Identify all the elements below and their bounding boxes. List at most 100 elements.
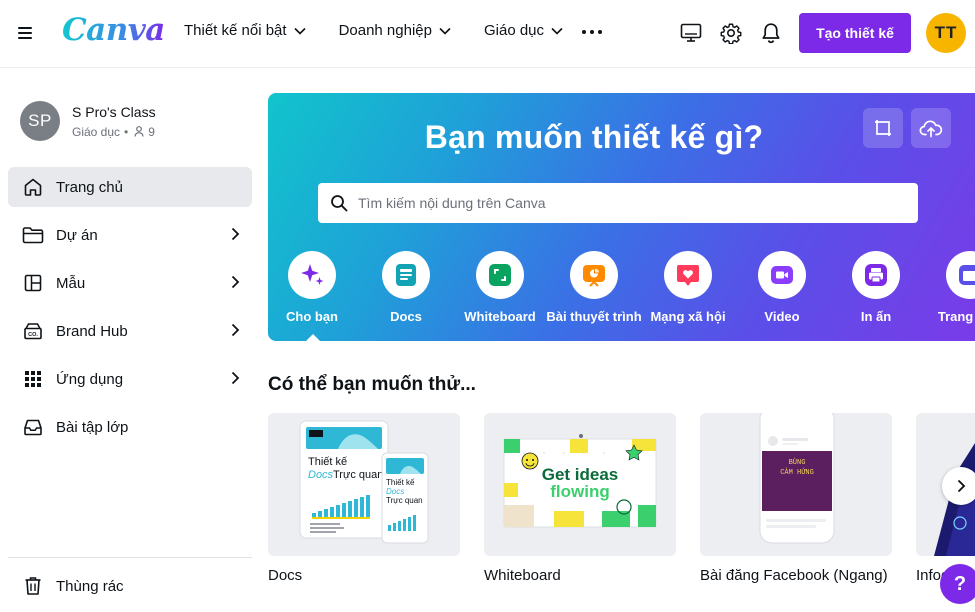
- category-label: Bài thuyết trình: [546, 309, 642, 324]
- category-label: Mạng xã hội: [650, 309, 726, 324]
- gear-icon[interactable]: [718, 20, 744, 46]
- hero-search-box[interactable]: [318, 183, 918, 223]
- category-circle: [288, 251, 336, 299]
- chevron-right-icon: [231, 323, 240, 337]
- svg-text:Trực quan: Trực quan: [386, 496, 423, 505]
- create-design-button[interactable]: Tạo thiết kế: [799, 13, 911, 53]
- team-name: S Pro's Class: [72, 103, 156, 120]
- team-switcher[interactable]: SP S Pro's Class Giáo dục • 9: [20, 101, 156, 141]
- sidebar-item-trash[interactable]: Thùng rác: [8, 566, 252, 606]
- sidebar-item-projects[interactable]: Dự án: [8, 215, 252, 255]
- chevron-down-icon: [439, 27, 451, 35]
- sidebar-item-home[interactable]: Trang chủ: [8, 167, 252, 207]
- template-icon: [22, 272, 44, 294]
- folder-icon: [22, 224, 44, 246]
- category-label: Cho bạn: [286, 309, 338, 324]
- chevron-right-icon: [231, 227, 240, 241]
- desktop-app-icon[interactable]: [678, 20, 704, 46]
- category-video[interactable]: Video: [734, 251, 830, 324]
- dot-separator: •: [124, 124, 129, 139]
- resize-icon: [875, 120, 891, 136]
- cloud-upload-icon: [919, 120, 943, 138]
- category-social-media[interactable]: Mạng xã hội: [640, 251, 736, 324]
- website-icon: [959, 265, 975, 285]
- svg-text:Docs: Docs: [386, 487, 404, 496]
- team-meta: Giáo dục • 9: [72, 125, 156, 139]
- custom-size-button[interactable]: [863, 108, 903, 148]
- search-input[interactable]: [358, 195, 898, 211]
- suggestion-card-docs[interactable]: Thiết kế Docs Trực quan Thiết kế Docs Tr…: [268, 413, 460, 556]
- suggestion-label-whiteboard[interactable]: Whiteboard: [484, 567, 561, 584]
- category-circle: [570, 251, 618, 299]
- svg-text:CO.: CO.: [28, 332, 38, 338]
- svg-text:BÙNG: BÙNG: [789, 457, 806, 467]
- sidebar-item-apps[interactable]: Ứng dụng: [8, 359, 252, 399]
- nav-featured-designs[interactable]: Thiết kế nổi bật: [184, 22, 306, 39]
- nav-education[interactable]: Giáo dục: [484, 22, 563, 39]
- category-label: Video: [764, 309, 800, 324]
- category-circle: [758, 251, 806, 299]
- sidebar-item-label: Brand Hub: [56, 323, 128, 340]
- category-circle: [476, 251, 524, 299]
- inbox-icon: [22, 416, 44, 438]
- apps-grid-icon: [22, 368, 44, 390]
- printer-icon: [865, 264, 887, 286]
- category-whiteboard[interactable]: Whiteboard: [452, 251, 548, 324]
- category-label: Trang web: [937, 309, 975, 324]
- svg-text:Thiết kế: Thiết kế: [308, 456, 347, 468]
- suggestion-card-whiteboard[interactable]: Get ideas flowing: [484, 413, 676, 556]
- sidebar-item-templates[interactable]: Mẫu: [8, 263, 252, 303]
- home-icon: [22, 176, 44, 198]
- category-for-you[interactable]: Cho bạn: [268, 251, 360, 324]
- help-button[interactable]: ?: [940, 564, 975, 604]
- carousel-next-button[interactable]: [942, 467, 975, 505]
- nav-business[interactable]: Doanh nghiệp: [339, 22, 451, 39]
- more-options-icon[interactable]: [582, 30, 602, 34]
- top-nav: Thiết kế nổi bật Doanh nghiệp Giáo dục: [184, 22, 596, 39]
- chevron-down-icon: [551, 27, 563, 35]
- video-camera-icon: [771, 266, 793, 284]
- category-circle: [664, 251, 712, 299]
- top-header: Canva Thiết kế nổi bật Doanh nghiệp Giáo…: [0, 0, 975, 68]
- chevron-right-icon: [231, 275, 240, 289]
- category-label: Whiteboard: [464, 309, 536, 324]
- category-label: Docs: [390, 309, 422, 324]
- suggestions-title: Có thể bạn muốn thử...: [268, 374, 476, 395]
- heart-chat-icon: [677, 265, 699, 286]
- suggestion-label-facebook-post[interactable]: Bài đăng Facebook (Ngang): [700, 567, 888, 584]
- svg-text:Thiết kế: Thiết kế: [386, 478, 415, 487]
- sidebar-item-brand-hub[interactable]: CO. Brand Hub: [8, 311, 252, 351]
- trash-icon: [22, 575, 44, 597]
- category-circle: [946, 251, 975, 299]
- chevron-right-icon: [231, 371, 240, 385]
- chevron-down-icon: [293, 27, 306, 35]
- category-website[interactable]: Trang web: [922, 251, 975, 324]
- category-docs[interactable]: Docs: [358, 251, 454, 324]
- category-presentation[interactable]: Bài thuyết trình: [546, 251, 642, 324]
- sidebar-item-label: Mẫu: [56, 275, 86, 292]
- sidebar-item-label: Thùng rác: [56, 578, 124, 595]
- bell-icon[interactable]: [758, 20, 784, 46]
- team-avatar: SP: [20, 101, 60, 141]
- category-circle: [852, 251, 900, 299]
- canva-logo[interactable]: Canva: [62, 12, 165, 48]
- search-icon: [331, 195, 348, 212]
- suggestion-label-docs[interactable]: Docs: [268, 567, 302, 584]
- user-avatar[interactable]: TT: [926, 13, 966, 53]
- brand-hub-icon: CO.: [22, 320, 44, 342]
- suggestion-card-facebook-post[interactable]: BÙNG CẢM HỨNG: [700, 413, 892, 556]
- whiteboard-thumbnail: Get ideas flowing: [503, 434, 657, 528]
- presentation-icon: [583, 265, 605, 287]
- svg-text:CẢM HỨNG: CẢM HỨNG: [780, 467, 814, 477]
- facebook-post-thumbnail: BÙNG CẢM HỨNG: [759, 413, 835, 544]
- sidebar-item-class-assignments[interactable]: Bài tập lớp: [8, 407, 252, 447]
- hero-title: Bạn muốn thiết kế gì?: [424, 119, 764, 155]
- sidebar-item-label: Dự án: [56, 227, 98, 244]
- team-info: S Pro's Class Giáo dục • 9: [72, 104, 156, 139]
- sidebar-item-label: Trang chủ: [56, 179, 123, 196]
- category-print[interactable]: In ấn: [828, 251, 924, 324]
- menu-icon[interactable]: [18, 24, 38, 42]
- docs-thumbnail: Thiết kế Docs Trực quan Thiết kế Docs Tr…: [299, 420, 429, 544]
- upload-button[interactable]: [911, 108, 951, 148]
- svg-text:Docs: Docs: [308, 469, 334, 481]
